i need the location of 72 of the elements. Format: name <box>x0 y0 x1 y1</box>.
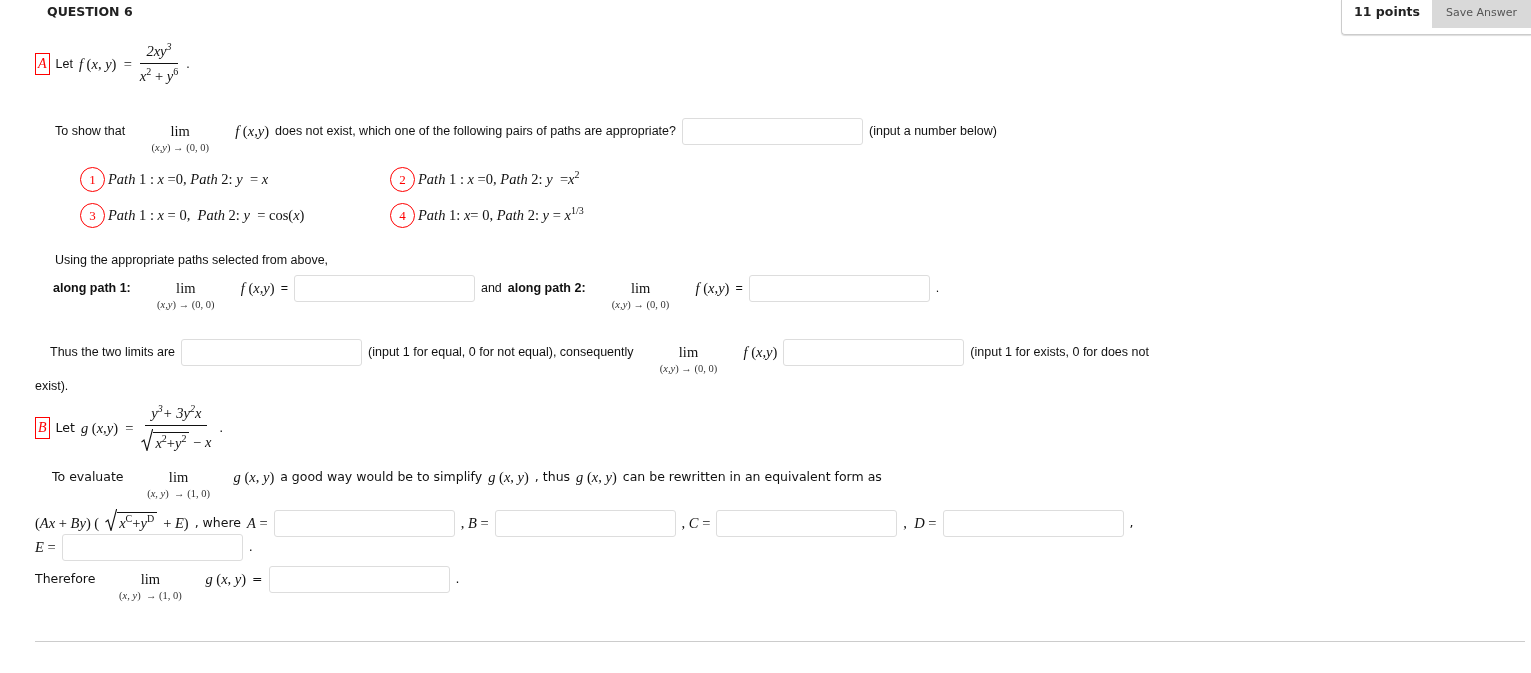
limit-subscript: (x,y) → (0, 0) <box>611 299 670 310</box>
radicand: x$^{C}$+y$^{D}$ <box>117 512 158 531</box>
prompt-text: . <box>455 571 460 587</box>
prompt-text: along path 1: <box>53 280 131 296</box>
prompt-text: does not exist, which one of the following pairs of paths are appropriate? <box>275 123 676 139</box>
math-expression: E = <box>35 539 56 555</box>
math-expression: f (x,y) <box>240 280 275 296</box>
limit-subscript: (x,y) → (0, 0) <box>659 363 718 374</box>
prompt-text: To evaluate <box>52 469 124 485</box>
prompt-text: . <box>935 280 940 296</box>
math-expression: g (x, y) <box>488 469 529 485</box>
prompt-text: Using the appropriate paths selected from above, <box>55 252 329 268</box>
denominator: − x <box>192 433 212 451</box>
math-expression: , C = <box>681 515 711 531</box>
prompt-text: = <box>280 280 288 296</box>
prompt-text: , <box>1129 515 1134 531</box>
limit-subscript: (x,y) → (0, 0) <box>157 299 215 310</box>
option-text: Path 1 : x =0, Path 2: y =x$^{2}$ <box>418 171 580 188</box>
prompt-text: = <box>252 571 263 587</box>
prompt-text: To show that <box>55 123 126 139</box>
math-expression: , B = <box>460 515 489 531</box>
math-expression: g (x, y) <box>233 469 275 485</box>
prompt-text: along path 2: <box>507 280 586 296</box>
prompt-text: (input 1 for equal, 0 for not equal), consequently <box>368 344 634 360</box>
prompt-text: . <box>219 419 224 436</box>
radicand: x$^{2}$+y$^{2}$ <box>153 432 190 451</box>
math-expression: f (x,y) <box>695 280 730 296</box>
limit-subscript: (x,y) → (0, 0) <box>151 142 209 153</box>
numerator: y$^{3}$+ 3y$^{2}$x <box>145 404 208 426</box>
limit-operator: lim <box>170 123 190 139</box>
math-expression: f (x,y) <box>743 344 778 360</box>
prompt-text: Let <box>55 419 75 436</box>
prompt-text: Thus the two limits are <box>50 344 176 360</box>
math-expression: f (x,y) <box>235 123 270 139</box>
limit-subscript: (x, y) → (1, 0) <box>147 488 210 499</box>
save-answer-button[interactable]: Save Answer <box>1432 0 1531 28</box>
math-expression: + E) <box>163 515 189 531</box>
math-expression: f (x, y) = <box>78 55 132 72</box>
prompt-text: . <box>186 55 190 72</box>
numerator: 2xy$^{3}$ <box>140 42 178 64</box>
option-text: Path 1: x= 0, Path 2: y = x$^{1/3}$ <box>418 207 584 224</box>
limit-operator: lim <box>678 344 699 360</box>
prompt-text: , where <box>194 515 241 531</box>
math-expression: g (x, y) <box>205 571 247 587</box>
prompt-text: exist). <box>35 378 69 394</box>
prompt-text: Let <box>55 55 73 72</box>
part-label: A <box>35 52 50 75</box>
prompt-text: = <box>735 280 743 296</box>
math-expression: g (x,y) = <box>80 419 134 436</box>
prompt-text: (input 1 for exists, 0 for does not <box>970 344 1149 360</box>
prompt-text: can be rewritten in an equivalent form as <box>622 469 882 485</box>
limit-operator: lim <box>176 280 196 296</box>
limit-operator: lim <box>140 571 161 587</box>
points-label: 11 points <box>1353 3 1421 21</box>
question-title: QUESTION 6 <box>47 4 133 19</box>
prompt-text: Therefore <box>35 571 96 587</box>
limit-subscript: (x, y) → (1, 0) <box>119 590 182 601</box>
prompt-text: (input a number below) <box>869 123 997 139</box>
math-expression: g (x, y) <box>576 469 617 485</box>
math-expression: , D = <box>903 515 937 531</box>
prompt-text: , thus <box>534 469 571 485</box>
option-text: Path 1 : x = 0, Path 2: y = cos(x) <box>108 207 305 224</box>
prompt-text: a good way would be to simplify <box>280 469 483 485</box>
prompt-text: . <box>248 539 253 555</box>
math-expression: A = <box>247 515 268 531</box>
option-text: Path 1 : x =0, Path 2: y = x <box>108 171 269 188</box>
limit-operator: lim <box>168 469 189 485</box>
denominator: x$^{2}$ + y$^{6}$ <box>139 67 179 85</box>
prompt-text: and <box>480 280 502 296</box>
limit-operator: lim <box>630 280 651 296</box>
part-label: B <box>35 416 50 439</box>
math-expression: (Ax + By) ( <box>35 515 100 531</box>
